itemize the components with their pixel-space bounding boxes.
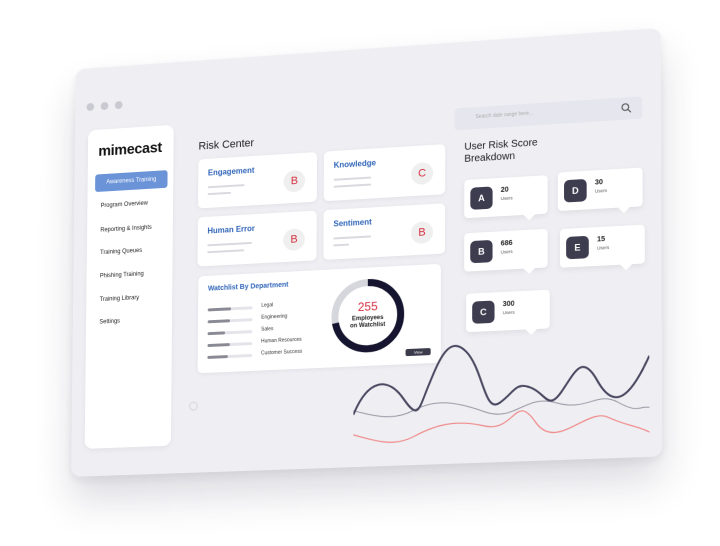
risk-score-card-a[interactable]: A 20 Users: [464, 175, 548, 219]
placeholder-line: [207, 184, 245, 189]
watchlist-level-bar: [207, 355, 228, 359]
watchlist-row: Legal: [207, 300, 325, 314]
user-risk-title-line-1: User Risk Score: [464, 137, 538, 153]
department-label: Engineering: [261, 313, 288, 321]
search-input[interactable]: Search date range here...: [454, 96, 643, 131]
risk-user-count: 30: [594, 178, 603, 187]
placeholder-line: [207, 249, 245, 254]
placeholder-line: [333, 183, 372, 188]
sidebar: mimecast Awareness Training Program Over…: [84, 124, 174, 449]
risk-score-card-b[interactable]: B 686 Users: [464, 228, 548, 272]
engagement-card[interactable]: Engagement B: [197, 152, 318, 209]
window-dot-close[interactable]: [86, 102, 95, 112]
risk-score-card-e[interactable]: E 15 Users: [559, 224, 645, 268]
watchlist-level-bar: [207, 319, 231, 324]
knowledge-card[interactable]: Knowledge C: [323, 144, 446, 202]
card-title: Knowledge: [333, 158, 376, 170]
grade-badge: B: [283, 228, 305, 252]
human-error-card[interactable]: Human Error B: [197, 210, 317, 267]
risk-user-count: 20: [500, 186, 509, 195]
trend-wave-decoration: [353, 325, 649, 449]
grade-badge: C: [411, 161, 434, 186]
grade-badge: B: [283, 169, 306, 193]
watchlist-row: Sales: [207, 324, 325, 337]
watchlist-level-bar: [207, 343, 230, 348]
wave-dark-line: [353, 337, 649, 415]
page-title: Risk Center: [198, 137, 255, 153]
info-icon: [189, 401, 199, 411]
placeholder-line: [333, 176, 372, 181]
risk-user-count: 300: [502, 300, 515, 309]
grade-badge: B: [410, 220, 434, 245]
risk-user-count: 686: [500, 239, 513, 248]
app-window: mimecast Awareness Training Program Over…: [71, 27, 663, 477]
department-label: Legal: [261, 302, 274, 309]
watchlist-row: Engineering: [207, 312, 325, 326]
sidebar-item-training-queues[interactable]: Training Queues: [94, 245, 167, 259]
risk-grade-badge: A: [470, 186, 493, 210]
risk-users-label: Users: [594, 187, 608, 194]
user-risk-title: User Risk Score Breakdown: [464, 137, 537, 166]
risk-score-card-c[interactable]: C 300 Users: [466, 289, 550, 333]
risk-users-label: Users: [500, 248, 513, 255]
sidebar-item-training-library[interactable]: Training Library: [94, 292, 167, 305]
watchlist-level-bar: [207, 307, 231, 312]
window-dot-minimize[interactable]: [100, 101, 109, 111]
risk-users-label: Users: [597, 244, 610, 251]
risk-users-label: Users: [502, 309, 515, 316]
sidebar-item-settings[interactable]: Settings: [94, 314, 167, 327]
watchlist-title: Watchlist By Department: [207, 281, 289, 293]
card-title: Sentiment: [333, 217, 372, 229]
search-icon[interactable]: [621, 102, 632, 114]
sidebar-item-reporting-insights[interactable]: Reporting & Insights: [95, 222, 168, 236]
risk-grade-badge: D: [564, 178, 587, 203]
risk-score-card-d[interactable]: D 30 Users: [557, 167, 643, 212]
mimecast-logo: mimecast: [98, 139, 162, 160]
department-label: Customer Success: [260, 348, 303, 357]
sidebar-item-program-overview[interactable]: Program Overview: [95, 198, 167, 212]
user-risk-title-line-2: Breakdown: [464, 150, 516, 165]
placeholder-line: [207, 241, 252, 247]
placeholder-line: [207, 191, 231, 196]
card-title: Human Error: [207, 223, 255, 236]
search-placeholder: Search date range here...: [475, 110, 534, 121]
risk-users-label: Users: [500, 195, 513, 202]
risk-grade-badge: C: [472, 300, 495, 324]
window-dot-maximize[interactable]: [114, 100, 123, 110]
sidebar-item-awareness-training[interactable]: Awareness Training: [95, 170, 168, 193]
placeholder-line: [333, 243, 350, 247]
watchlist-row: Customer Success: [207, 348, 325, 361]
card-title: Engagement: [207, 165, 255, 178]
risk-user-count: 15: [597, 235, 606, 244]
sidebar-item-phishing-training[interactable]: Phishing Training: [94, 268, 167, 282]
placeholder-line: [333, 235, 372, 240]
watchlist-row: Human Resources: [207, 336, 324, 349]
sentiment-card[interactable]: Sentiment B: [323, 203, 446, 260]
risk-grade-badge: B: [470, 239, 493, 264]
wave-red-line: [353, 406, 649, 444]
watchlist-level-bar: [207, 331, 226, 336]
department-label: Sales: [261, 326, 274, 333]
title-bar: [75, 28, 661, 112]
risk-grade-badge: E: [566, 235, 589, 260]
department-label: Human Resources: [261, 336, 302, 345]
count-label-line-2: on Watchlist: [350, 321, 386, 330]
